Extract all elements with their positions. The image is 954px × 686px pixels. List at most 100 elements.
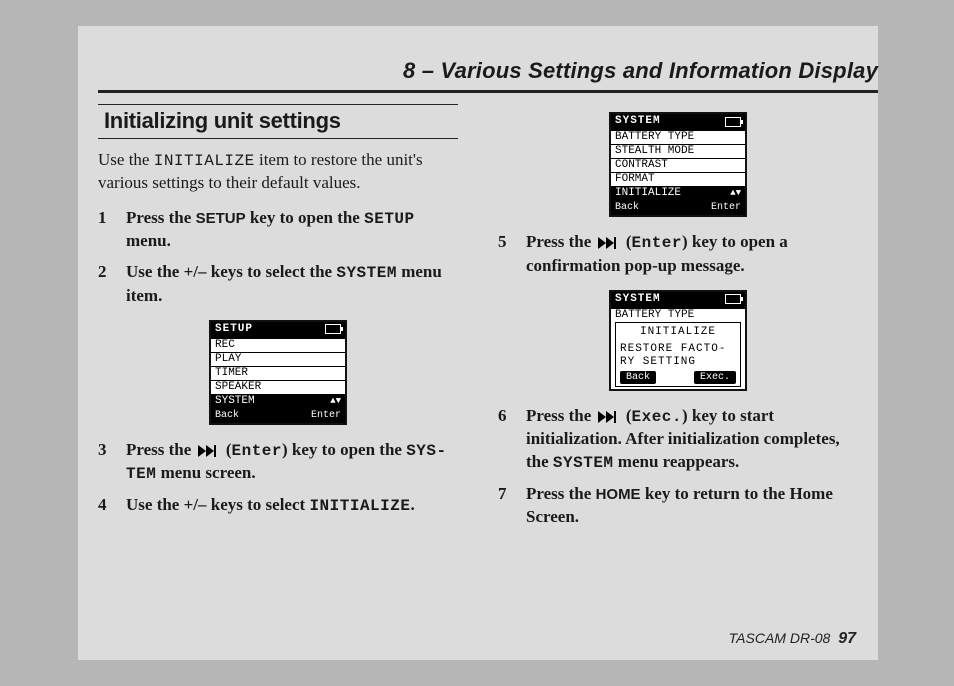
step-text: ) key to open the	[282, 440, 406, 459]
step-text: .	[410, 495, 414, 514]
steps-left: Press the SETUP key to open the SETUP me…	[98, 203, 458, 312]
step-text: menu screen.	[156, 463, 255, 482]
lcd-enter: Enter	[311, 409, 341, 422]
lcd-row-text: BATTERY TYPE	[615, 309, 694, 322]
lcd-row: INITIALIZE ▲▼	[611, 186, 745, 200]
key-home: HOME	[596, 486, 641, 503]
popup-message: RY SETTING	[620, 356, 736, 369]
popup-message: RESTORE FACTO-	[620, 343, 736, 356]
left-column: Initializing unit settings Use the INITI…	[98, 104, 458, 622]
lcd-enter: Enter	[711, 201, 741, 214]
mono-enter: Enter	[631, 234, 682, 252]
step-text: (	[222, 440, 232, 459]
manual-page: 8 – Various Settings and Information Dis…	[78, 26, 878, 660]
step-text: key to open the	[246, 208, 365, 227]
lcd-footer: Back Enter	[211, 408, 345, 423]
mono-exec: Exec.	[631, 408, 682, 426]
lcd-row-text: SYSTEM	[215, 395, 255, 408]
lcd-screen: SETUP RECPLAYTIMERSPEAKERSYSTEM ▲▼ Back E…	[209, 320, 347, 425]
intro-text: Use the	[98, 150, 154, 169]
step-text: Use the +/– keys to select the	[126, 262, 336, 281]
lcd-row-text: FORMAT	[615, 173, 655, 186]
lcd-row-text: REC	[215, 339, 235, 352]
lcd-rows: BATTERY TYPESTEALTH MODECONTRASTFORMATIN…	[611, 130, 745, 200]
lcd-row-text: STEALTH MODE	[615, 145, 694, 158]
step-2: Use the +/– keys to select the SYSTEM me…	[98, 257, 458, 312]
footer-model: TASCAM DR-08	[729, 630, 831, 646]
step-text: menu reappears.	[614, 452, 740, 471]
popup-back: Back	[620, 371, 656, 384]
lcd-row: BATTERY TYPE	[611, 130, 745, 144]
battery-icon	[725, 117, 741, 127]
lcd-row: SPEAKER	[211, 380, 345, 394]
lcd-screen: SYSTEM BATTERY TYPE INITIALIZE RESTORE F…	[609, 290, 747, 391]
mono-setup: SETUP	[364, 210, 415, 228]
intro-mono: INITIALIZE	[154, 152, 255, 170]
lcd-title: SETUP	[215, 323, 253, 336]
lcd-setup-screenshot: SETUP RECPLAYTIMERSPEAKERSYSTEM ▲▼ Back E…	[98, 320, 458, 425]
fast-forward-icon	[598, 237, 620, 249]
lcd-row-text: CONTRAST	[615, 159, 668, 172]
popup-footer: Back Exec.	[620, 371, 736, 384]
step-3: Press the (Enter) key to open the SYS­TE…	[98, 435, 458, 490]
step-text: Press the	[526, 232, 596, 251]
updown-icon: ▲▼	[730, 189, 741, 198]
step-7: Press the HOME key to return to the Home…	[498, 479, 858, 533]
updown-icon: ▲▼	[330, 397, 341, 406]
lcd-row: TIMER	[211, 366, 345, 380]
step-text: Use the +/– keys to select	[126, 495, 309, 514]
lcd-back: Back	[615, 201, 639, 214]
section-title: Initializing unit settings	[98, 104, 458, 139]
lcd-row: PLAY	[211, 352, 345, 366]
step-text: Press the	[526, 484, 596, 503]
step-text: menu.	[126, 231, 171, 250]
lcd-header: SETUP	[211, 322, 345, 338]
steps-right-cont: Press the (Exec.) key to start initializ…	[498, 401, 858, 533]
page-footer: TASCAM DR-08 97	[729, 630, 856, 648]
lcd-row-text: BATTERY TYPE	[615, 131, 694, 144]
intro-paragraph: Use the INITIALIZE item to restore the u…	[98, 149, 458, 195]
lcd-row: SYSTEM ▲▼	[211, 394, 345, 408]
fast-forward-icon	[198, 445, 220, 457]
lcd-title: SYSTEM	[615, 293, 661, 306]
step-1: Press the SETUP key to open the SETUP me…	[98, 203, 458, 258]
fast-forward-icon	[598, 411, 620, 423]
mono-system: SYSTEM	[553, 454, 614, 472]
right-column: SYSTEM BATTERY TYPESTEALTH MODECONTRASTF…	[498, 104, 858, 622]
lcd-footer: Back Enter	[611, 200, 745, 215]
step-text: Press the	[526, 406, 596, 425]
lcd-initialize-popup-screenshot: SYSTEM BATTERY TYPE INITIALIZE RESTORE F…	[498, 290, 858, 391]
step-4: Use the +/– keys to select INITIALIZE.	[98, 490, 458, 522]
lcd-row: CONTRAST	[611, 158, 745, 172]
popup-title: INITIALIZE	[620, 326, 736, 339]
lcd-row: STEALTH MODE	[611, 144, 745, 158]
footer-page-number: 97	[838, 630, 856, 647]
lcd-row-text: PLAY	[215, 353, 241, 366]
lcd-row: FORMAT	[611, 172, 745, 186]
steps-left-cont: Press the (Enter) key to open the SYS­TE…	[98, 435, 458, 522]
step-text: Press the	[126, 440, 196, 459]
lcd-row: BATTERY TYPE	[611, 308, 745, 322]
battery-icon	[725, 294, 741, 304]
lcd-title: SYSTEM	[615, 115, 661, 128]
popup-exec: Exec.	[694, 371, 736, 384]
mono-enter: Enter	[231, 442, 282, 460]
lcd-header: SYSTEM	[611, 292, 745, 308]
lcd-row-text: TIMER	[215, 367, 248, 380]
steps-right: Press the (Enter) key to open a confirma…	[498, 227, 858, 282]
lcd-screen: SYSTEM BATTERY TYPESTEALTH MODECONTRASTF…	[609, 112, 747, 217]
lcd-row-text: SPEAKER	[215, 381, 261, 394]
lcd-row-text: INITIALIZE	[615, 187, 681, 200]
lcd-row: REC	[211, 338, 345, 352]
step-5: Press the (Enter) key to open a confirma…	[498, 227, 858, 282]
lcd-popup: INITIALIZE RESTORE FACTO- RY SETTING Bac…	[615, 322, 741, 387]
mono-initialize: INITIALIZE	[309, 497, 410, 515]
step-text: Press the	[126, 208, 196, 227]
mono-system: SYSTEM	[336, 264, 397, 282]
chapter-title: 8 – Various Settings and Information Dis…	[98, 58, 878, 93]
step-text: (	[622, 232, 632, 251]
key-setup: SETUP	[196, 210, 246, 227]
content-columns: Initializing unit settings Use the INITI…	[98, 104, 858, 622]
battery-icon	[325, 324, 341, 334]
step-text: (	[622, 406, 632, 425]
